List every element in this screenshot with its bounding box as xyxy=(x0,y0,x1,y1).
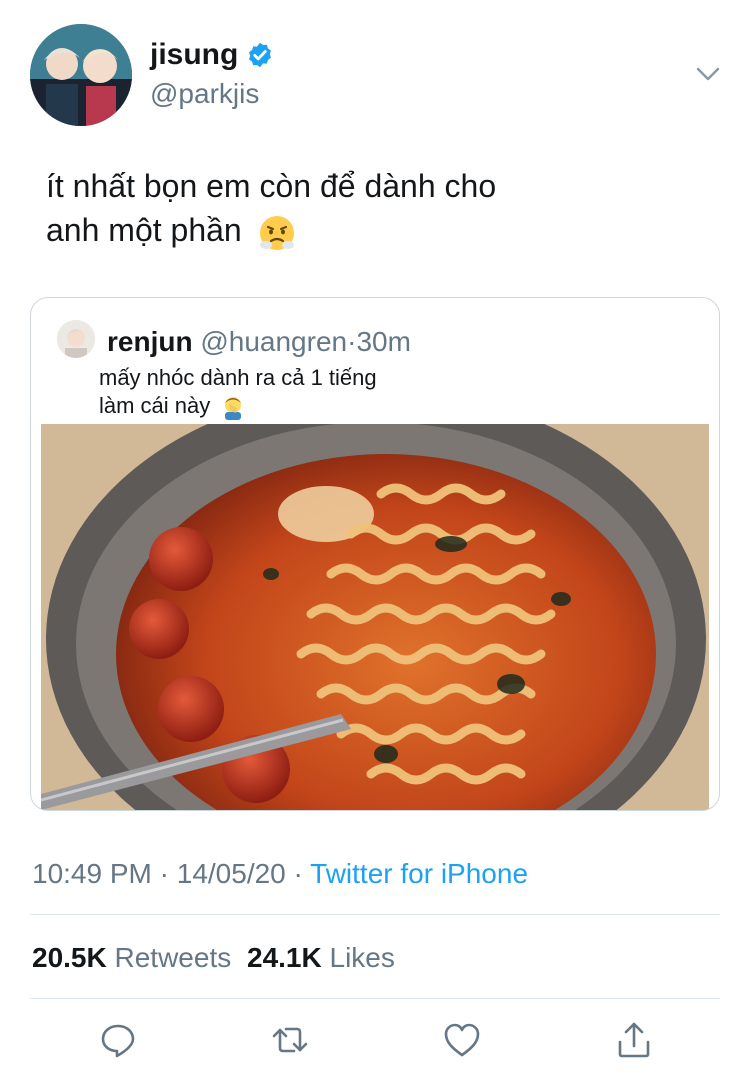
likes-stat[interactable]: 24.1K Likes xyxy=(247,942,395,973)
quoted-author-avatar[interactable] xyxy=(57,320,95,358)
tweet-date: 14/05/20 xyxy=(176,858,286,889)
quoted-text: mấy nhóc dành ra cả 1 tiếng làm cái này xyxy=(99,364,539,421)
retweets-count: 20.5K xyxy=(32,942,107,973)
share-icon xyxy=(618,1022,650,1058)
retweets-label: Retweets xyxy=(114,942,232,973)
author-handle[interactable]: @parkjis xyxy=(150,78,259,110)
retweet-icon xyxy=(272,1027,308,1053)
heart-icon xyxy=(444,1023,480,1057)
quoted-text-line: mấy nhóc dành ra cả 1 tiếng xyxy=(99,365,377,390)
quoted-tweet-card[interactable]: renjun @huangren·30m mấy nhóc dành ra cả… xyxy=(30,297,720,811)
reply-button[interactable] xyxy=(98,1020,138,1060)
ramen-pot-photo xyxy=(41,424,709,810)
chevron-down-icon[interactable] xyxy=(694,60,722,88)
reply-icon xyxy=(101,1024,135,1058)
meta-separator: · xyxy=(293,858,303,889)
tweet-text: ít nhất bọn em còn để dành cho anh một p… xyxy=(46,164,666,253)
quoted-author-handle[interactable]: @huangren xyxy=(200,326,347,357)
quoted-author-name[interactable]: renjun xyxy=(107,326,193,357)
meta-separator: · xyxy=(159,858,169,889)
share-button[interactable] xyxy=(614,1020,654,1060)
author-display-name[interactable]: jisung xyxy=(150,38,238,72)
retweets-stat[interactable]: 20.5K Retweets xyxy=(32,942,239,973)
tweet-time: 10:49 PM xyxy=(32,858,152,889)
likes-label: Likes xyxy=(329,942,395,973)
avatar-photo xyxy=(30,24,132,126)
quoted-header: renjun @huangren·30m xyxy=(107,326,411,358)
face-with-steam-emoji-icon xyxy=(259,215,294,250)
like-button[interactable] xyxy=(442,1020,482,1060)
tweet-text-line: ít nhất bọn em còn để dành cho xyxy=(46,168,497,204)
divider xyxy=(30,998,720,999)
divider xyxy=(30,914,720,915)
author-name-row[interactable]: jisung xyxy=(150,38,274,72)
tweet-text-line: anh một phần xyxy=(46,208,666,253)
quoted-media-image[interactable] xyxy=(41,424,709,810)
tweet-stats: 20.5K Retweets 24.1K Likes xyxy=(32,942,395,974)
facepalm-emoji-icon xyxy=(225,397,242,421)
likes-count: 24.1K xyxy=(247,942,322,973)
tweet-source-link[interactable]: Twitter for iPhone xyxy=(310,858,528,889)
quoted-avatar-photo xyxy=(57,320,95,358)
author-avatar[interactable] xyxy=(30,24,132,126)
tweet-meta: 10:49 PM · 14/05/20 · Twitter for iPhone xyxy=(32,858,528,890)
verified-badge-icon xyxy=(249,42,272,68)
quoted-text-line: làm cái này xyxy=(99,392,539,421)
retweet-button[interactable] xyxy=(270,1020,310,1060)
quoted-time[interactable]: 30m xyxy=(356,326,410,357)
